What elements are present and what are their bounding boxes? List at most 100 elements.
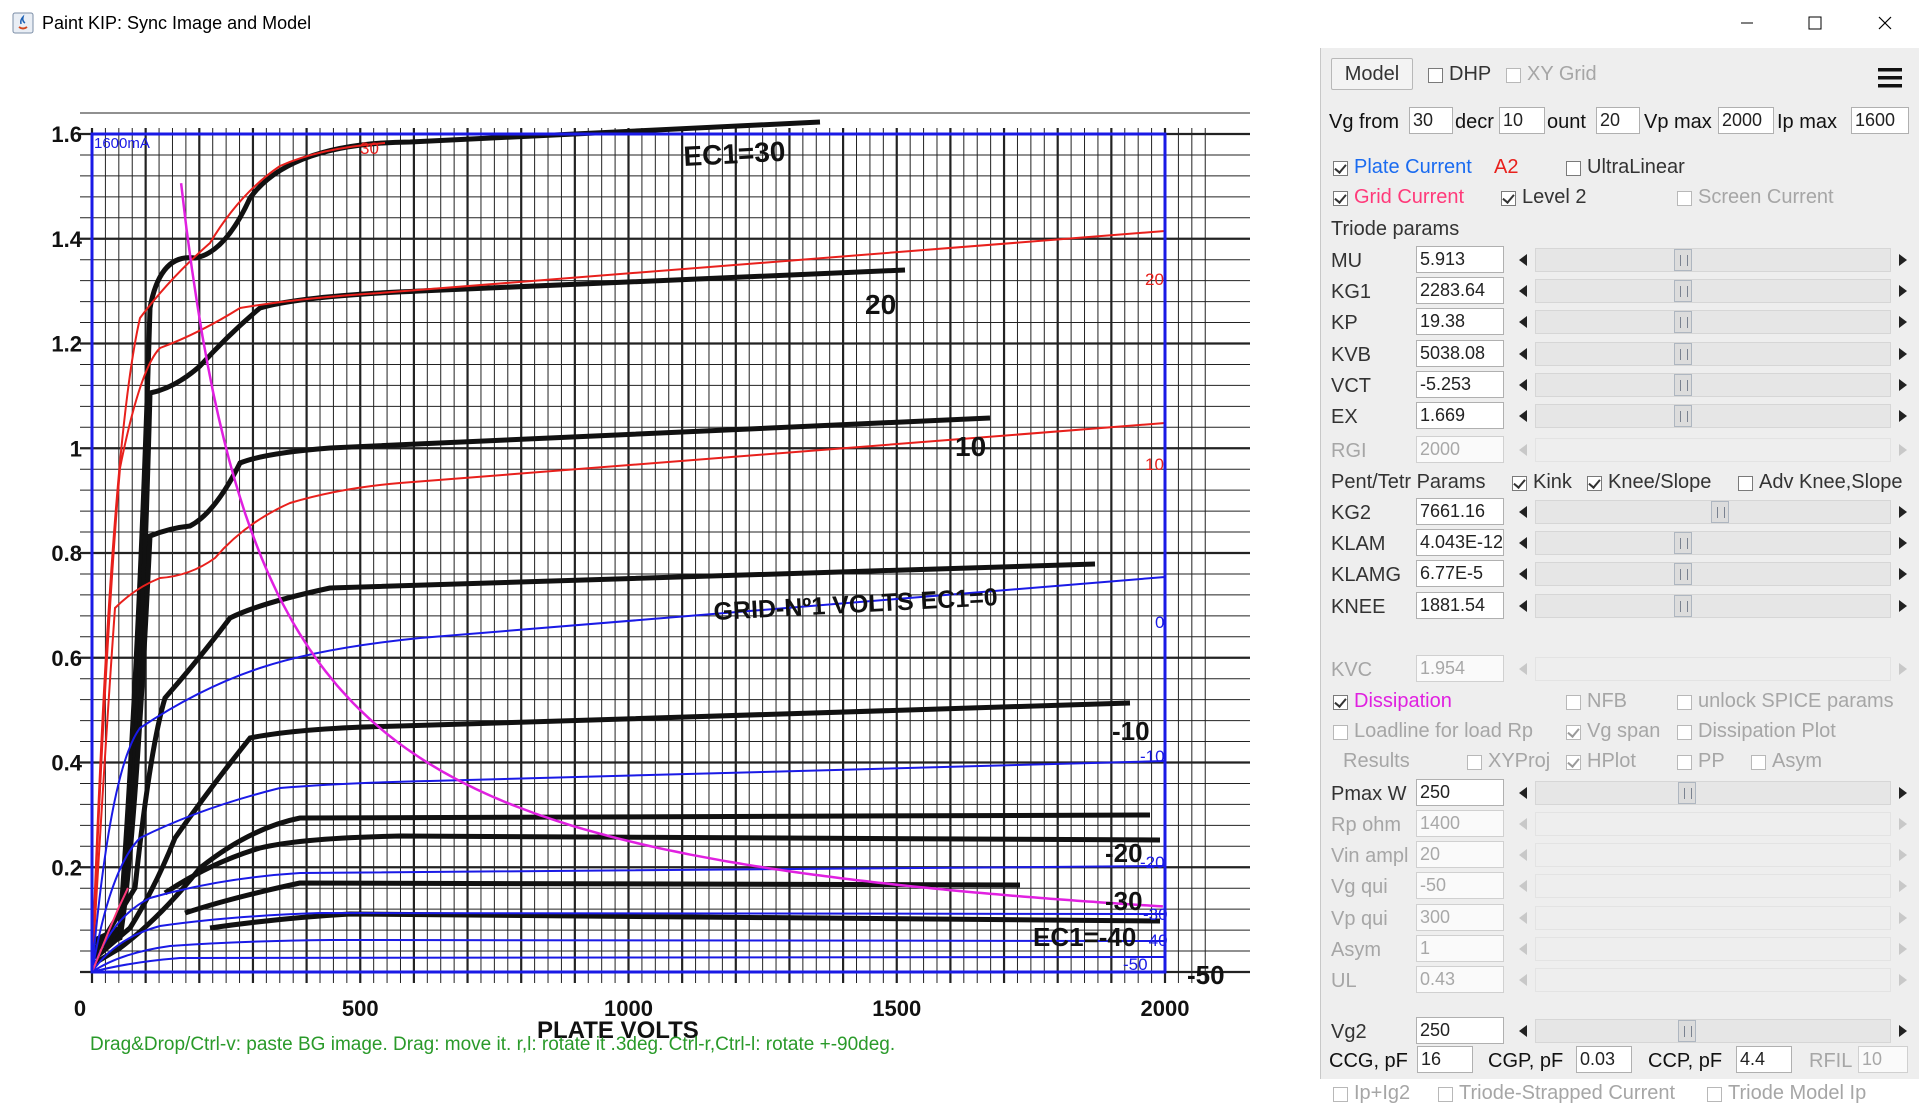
kg2-slider-thumb[interactable] xyxy=(1711,501,1729,523)
rp-ohm-slider[interactable] xyxy=(1513,811,1913,837)
klamg-slider[interactable] xyxy=(1513,561,1913,587)
rgi-slider[interactable] xyxy=(1513,437,1913,463)
slider-right-arrow-icon[interactable] xyxy=(1891,561,1913,587)
slider-right-arrow-icon[interactable] xyxy=(1891,403,1913,429)
slider-right-arrow-icon[interactable] xyxy=(1891,936,1913,962)
slider-right-arrow-icon[interactable] xyxy=(1891,905,1913,931)
hamburger-menu-button[interactable] xyxy=(1875,64,1905,92)
vct-slider-thumb[interactable] xyxy=(1674,373,1692,396)
slider-right-arrow-icon[interactable] xyxy=(1891,341,1913,367)
screen-current-checkbox[interactable] xyxy=(1677,191,1692,206)
kg1-field[interactable]: 2283.64 xyxy=(1416,277,1504,305)
ex-slider-thumb[interactable] xyxy=(1674,405,1692,427)
asym-checkbox[interactable] xyxy=(1751,755,1766,770)
ul-slider[interactable] xyxy=(1513,967,1913,993)
slider-left-arrow-icon[interactable] xyxy=(1513,842,1535,868)
vg-span-checkbox[interactable] xyxy=(1566,725,1581,740)
slider-left-arrow-icon[interactable] xyxy=(1513,341,1535,367)
vg2-slider[interactable] xyxy=(1513,1018,1913,1044)
slider-left-arrow-icon[interactable] xyxy=(1513,873,1535,899)
grid-current-checkbox[interactable] xyxy=(1333,191,1348,206)
kvb-field[interactable]: 5038.08 xyxy=(1416,339,1504,367)
level2-checkbox[interactable] xyxy=(1501,191,1516,206)
kg2-field[interactable]: 7661.16 xyxy=(1416,498,1504,525)
slider-left-arrow-icon[interactable] xyxy=(1513,811,1535,837)
minimize-button[interactable] xyxy=(1712,0,1782,46)
kvc-slider[interactable] xyxy=(1513,656,1913,682)
slider-right-arrow-icon[interactable] xyxy=(1891,842,1913,868)
triode-model-ip-checkbox[interactable] xyxy=(1707,1087,1722,1102)
slider-right-arrow-icon[interactable] xyxy=(1891,593,1913,619)
ex-field[interactable]: 1.669 xyxy=(1416,402,1504,429)
plate-current-checkbox[interactable] xyxy=(1333,161,1348,176)
xy-grid-checkbox[interactable] xyxy=(1506,68,1521,83)
loadline-checkbox[interactable] xyxy=(1333,725,1348,740)
pp-checkbox[interactable] xyxy=(1677,755,1692,770)
slider-right-arrow-icon[interactable] xyxy=(1891,247,1913,273)
knee-slider-thumb[interactable] xyxy=(1674,594,1692,617)
slider-left-arrow-icon[interactable] xyxy=(1513,309,1535,335)
slider-left-arrow-icon[interactable] xyxy=(1513,437,1535,463)
kp-slider-thumb[interactable] xyxy=(1674,311,1692,334)
slider-right-arrow-icon[interactable] xyxy=(1891,873,1913,899)
vct-slider[interactable] xyxy=(1513,372,1913,398)
rp-ohm-field[interactable]: 1400 xyxy=(1416,810,1504,837)
knee-slider[interactable] xyxy=(1513,593,1913,619)
decr-field[interactable]: 10 xyxy=(1499,107,1545,134)
slider-left-arrow-icon[interactable] xyxy=(1513,593,1535,619)
asym-field[interactable]: 1 xyxy=(1416,934,1504,962)
pmax-field[interactable]: 250 xyxy=(1416,779,1504,806)
slider-right-arrow-icon[interactable] xyxy=(1891,530,1913,556)
slider-left-arrow-icon[interactable] xyxy=(1513,1018,1535,1044)
hplot-checkbox[interactable] xyxy=(1566,755,1581,770)
slider-left-arrow-icon[interactable] xyxy=(1513,967,1535,993)
kvb-slider-thumb[interactable] xyxy=(1674,342,1692,365)
vg2-field[interactable]: 250 xyxy=(1416,1017,1504,1044)
vct-field[interactable]: -5.253 xyxy=(1416,370,1504,398)
knee-slope-checkbox[interactable] xyxy=(1587,476,1602,491)
klam-slider[interactable] xyxy=(1513,530,1913,556)
slider-left-arrow-icon[interactable] xyxy=(1513,247,1535,273)
slider-right-arrow-icon[interactable] xyxy=(1891,811,1913,837)
slider-left-arrow-icon[interactable] xyxy=(1513,656,1535,682)
slider-left-arrow-icon[interactable] xyxy=(1513,530,1535,556)
klam-slider-thumb[interactable] xyxy=(1674,532,1692,555)
slider-right-arrow-icon[interactable] xyxy=(1891,656,1913,682)
knee-field[interactable]: 1881.54 xyxy=(1416,591,1504,619)
triode-strapped-checkbox[interactable] xyxy=(1438,1087,1453,1102)
slider-left-arrow-icon[interactable] xyxy=(1513,780,1535,806)
kvb-slider[interactable] xyxy=(1513,341,1913,367)
mu-slider[interactable] xyxy=(1513,247,1913,273)
ul-field[interactable]: 0.43 xyxy=(1416,966,1504,993)
maximize-button[interactable] xyxy=(1780,0,1850,46)
nfb-checkbox[interactable] xyxy=(1566,695,1581,710)
slider-right-arrow-icon[interactable] xyxy=(1891,437,1913,463)
ultralinear-checkbox[interactable] xyxy=(1566,161,1581,176)
vp-qui-slider[interactable] xyxy=(1513,905,1913,931)
kink-checkbox[interactable] xyxy=(1512,476,1527,491)
vin-ampl-slider[interactable] xyxy=(1513,842,1913,868)
ip-ig2-checkbox[interactable] xyxy=(1333,1087,1348,1102)
kp-field[interactable]: 19.38 xyxy=(1416,308,1504,336)
mu-slider-thumb[interactable] xyxy=(1674,249,1692,271)
vp-qui-field[interactable]: 300 xyxy=(1416,903,1504,931)
slider-left-arrow-icon[interactable] xyxy=(1513,278,1535,304)
dissipation-plot-checkbox[interactable] xyxy=(1677,725,1692,740)
kp-slider[interactable] xyxy=(1513,309,1913,335)
pmax-slider-thumb[interactable] xyxy=(1678,782,1696,804)
vg2-slider-thumb[interactable] xyxy=(1678,1020,1696,1042)
slider-right-arrow-icon[interactable] xyxy=(1891,372,1913,398)
ip-max-field[interactable]: 1600 xyxy=(1851,107,1909,134)
pmax-slider[interactable] xyxy=(1513,780,1913,806)
klam-field[interactable]: 4.043E-12 xyxy=(1416,529,1504,557)
slider-left-arrow-icon[interactable] xyxy=(1513,905,1535,931)
rgi-field[interactable]: 2000 xyxy=(1416,436,1504,463)
slider-right-arrow-icon[interactable] xyxy=(1891,967,1913,993)
dissipation-checkbox[interactable] xyxy=(1333,695,1348,710)
kvc-field[interactable]: 1.954 xyxy=(1416,655,1504,682)
dhp-checkbox[interactable] xyxy=(1428,68,1443,83)
kg2-slider[interactable] xyxy=(1513,499,1913,525)
mu-field[interactable]: 5.913 xyxy=(1416,246,1504,273)
kg1-slider-thumb[interactable] xyxy=(1674,280,1692,303)
rfil-field[interactable]: 10 xyxy=(1858,1046,1908,1073)
